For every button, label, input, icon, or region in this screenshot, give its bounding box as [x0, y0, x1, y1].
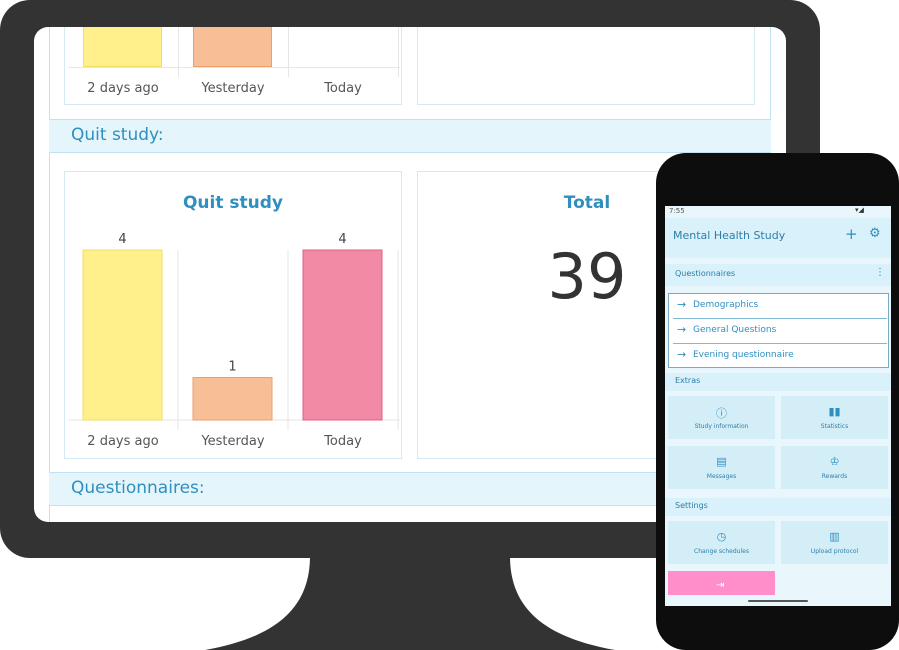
grid-line [178, 27, 179, 77]
phone-screen: 7:55 ▾◢ Mental Health Study + ⚙ Question… [665, 206, 891, 606]
signal-icon: ▾◢ [855, 206, 864, 214]
add-icon[interactable]: + [845, 225, 858, 243]
questionnaire-item-label: Evening questionnaire [693, 350, 794, 360]
category-label: Yesterday [200, 434, 264, 449]
section-header-quit-study: Quit study: [49, 119, 771, 153]
tile-label: Change schedules [694, 548, 749, 555]
quit-study-bar-chart: 4 2 days ago 1 Yesterday 4 Today [68, 232, 400, 449]
message-icon: ▤ [716, 455, 727, 468]
tile-statistics[interactable]: ▮▮ Statistics [781, 396, 888, 439]
category-label: 2 days ago [87, 81, 159, 96]
book-icon: ▥ [829, 530, 840, 543]
previous-total-panel [417, 27, 755, 105]
questionnaire-list: → Demographics → General Questions → Eve… [668, 293, 889, 368]
category-label: Today [323, 434, 362, 449]
tile-label: Messages [706, 473, 737, 480]
tile-upload-protocol[interactable]: ▥ Upload protocol [781, 521, 888, 564]
tile-label: Upload protocol [810, 548, 859, 555]
chart-bar [193, 27, 272, 67]
section-title: Quit study: [71, 125, 164, 145]
gesture-nav-handle[interactable] [748, 600, 808, 602]
app-bar: Mental Health Study + ⚙ [665, 218, 891, 258]
arrow-right-icon: → [677, 348, 687, 361]
questionnaire-item-label: Demographics [693, 300, 759, 310]
bar-value-label: 4 [118, 232, 126, 247]
clock-icon: ◷ [716, 530, 727, 543]
questionnaires-header-label: Questionnaires [675, 269, 736, 278]
gear-icon[interactable]: ⚙ [869, 226, 881, 241]
chart-bar [192, 377, 273, 421]
chart-bar [302, 249, 383, 421]
grid-line [288, 27, 289, 77]
questionnaire-item-label: General Questions [693, 325, 777, 335]
info-icon: ⓘ [716, 407, 727, 420]
tile-label: Study information [694, 423, 749, 430]
section-title: Questionnaires: [71, 478, 205, 498]
category-label: Today [324, 81, 362, 96]
tile-change-schedules[interactable]: ◷ Change schedules [668, 521, 775, 564]
tile-label: Statistics [820, 423, 849, 430]
questionnaires-header: Questionnaires ⋮ [665, 264, 891, 286]
extras-header: Extras [665, 373, 891, 391]
questionnaire-item-demographics[interactable]: → Demographics [673, 294, 887, 319]
chart-bar [83, 27, 162, 67]
grid-line [68, 67, 400, 68]
previous-chart-panel: 2 days ago Yesterday Today [64, 27, 402, 105]
bar-chart-icon: ▮▮ [828, 405, 841, 418]
monitor-stand [205, 556, 615, 650]
arrow-right-icon: → [677, 323, 687, 336]
tile-label: Rewards [821, 473, 848, 480]
settings-header: Settings [665, 498, 891, 516]
bar-value-label: 4 [338, 232, 346, 247]
settings-header-label: Settings [675, 501, 708, 510]
quit-study-chart-panel: Quit study 42 days ago 1 Yesterday 4 Today [64, 171, 402, 459]
category-label: 2 days ago [87, 434, 158, 449]
container-border-left [49, 27, 50, 522]
logout-button[interactable]: ⇥ [668, 571, 775, 595]
trophy-icon: ♔ [829, 455, 840, 468]
tile-study-information[interactable]: ⓘ Study information [668, 396, 775, 439]
tile-messages[interactable]: ▤ Messages [668, 446, 775, 489]
extras-header-label: Extras [675, 376, 701, 385]
category-label: Yesterday [201, 81, 265, 96]
status-time: 7:55 [669, 207, 685, 215]
status-bar: 7:55 ▾◢ [665, 206, 891, 218]
logout-icon: ⇥ [716, 580, 725, 591]
more-vert-icon[interactable]: ⋮ [875, 267, 885, 278]
grid-line [398, 27, 399, 77]
questionnaire-item-evening-questionnaire[interactable]: → Evening questionnaire [673, 344, 887, 369]
chart-bar [82, 249, 163, 421]
app-title: Mental Health Study [673, 229, 786, 242]
arrow-right-icon: → [677, 298, 687, 311]
questionnaire-item-general-questions[interactable]: → General Questions [673, 319, 887, 344]
tile-rewards[interactable]: ♔ Rewards [781, 446, 888, 489]
bar-value-label: 1 [228, 360, 236, 375]
